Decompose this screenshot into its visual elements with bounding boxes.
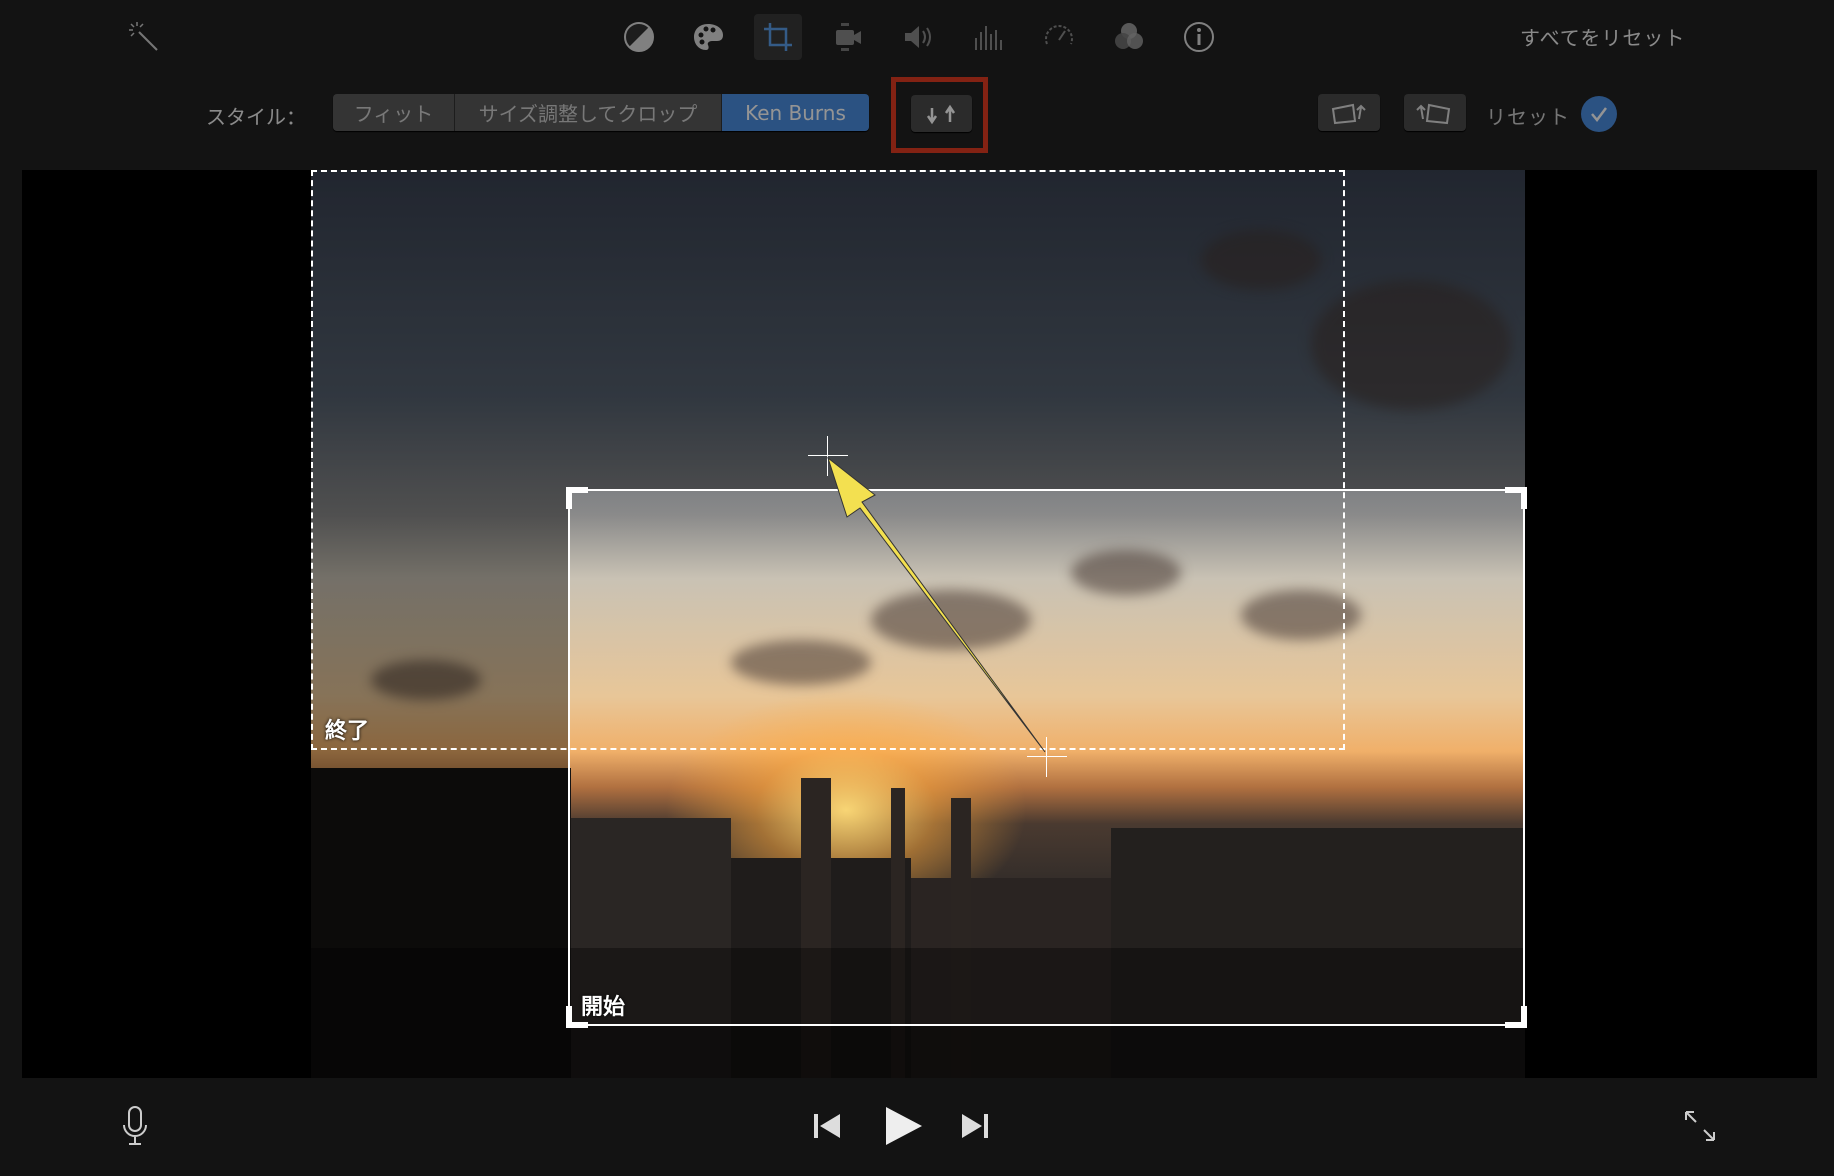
fullscreen-button[interactable]	[1682, 1108, 1718, 1148]
expand-arrows-icon	[1685, 1111, 1715, 1141]
voiceover-microphone-button[interactable]	[120, 1105, 150, 1151]
microphone-icon	[123, 1106, 147, 1145]
skip-back-icon	[814, 1114, 840, 1138]
motion-direction-arrow	[827, 456, 1046, 753]
play-button[interactable]	[884, 1105, 924, 1151]
skip-back-button[interactable]	[812, 1111, 844, 1145]
skip-forward-icon	[962, 1114, 988, 1138]
play-icon	[886, 1107, 922, 1145]
skip-forward-button[interactable]	[958, 1111, 990, 1145]
